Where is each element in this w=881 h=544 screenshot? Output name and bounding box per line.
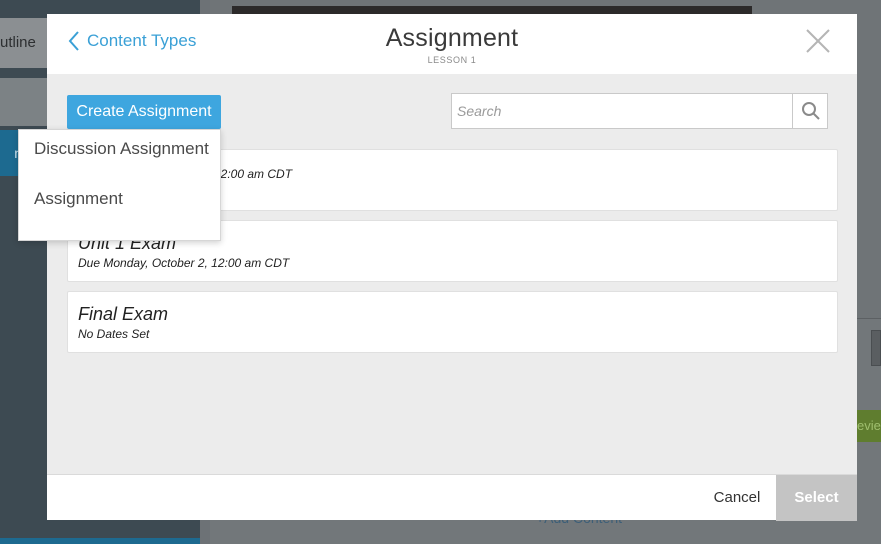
modal-subtitle: LESSON 1 bbox=[427, 55, 477, 65]
search-box bbox=[451, 93, 828, 129]
outline-tab: utline bbox=[0, 18, 48, 68]
background-edge-control bbox=[871, 330, 881, 366]
modal-title: Assignment bbox=[385, 24, 519, 52]
cancel-button[interactable]: Cancel bbox=[697, 475, 777, 521]
modal-footer: Cancel Select bbox=[47, 474, 857, 521]
select-button[interactable]: Select bbox=[776, 475, 857, 521]
close-icon[interactable] bbox=[805, 28, 831, 54]
content-type-modal: Content Types Assignment LESSON 1 Create… bbox=[47, 14, 857, 521]
list-item[interactable]: Final Exam No Dates Set bbox=[67, 291, 838, 353]
search-input[interactable] bbox=[452, 94, 792, 128]
dropdown-item-assignment[interactable]: Assignment bbox=[19, 180, 220, 230]
item-name: Final Exam bbox=[78, 304, 169, 324]
search-icon bbox=[801, 102, 820, 120]
modal-title-block: Assignment LESSON 1 bbox=[47, 24, 857, 65]
create-assignment-dropdown: Discussion Assignment Assignment bbox=[18, 129, 221, 241]
background-strip bbox=[0, 538, 200, 544]
item-due: Due Monday, October 2, 12:00 am CDT bbox=[78, 256, 290, 270]
create-assignment-button[interactable]: Create Assignment bbox=[67, 95, 221, 129]
dropdown-item-discussion-assignment[interactable]: Discussion Assignment bbox=[19, 130, 220, 180]
search-button[interactable] bbox=[793, 94, 828, 128]
review-button: evie bbox=[857, 410, 881, 442]
item-due: No Dates Set bbox=[78, 327, 150, 341]
modal-header: Content Types Assignment LESSON 1 bbox=[47, 14, 857, 74]
